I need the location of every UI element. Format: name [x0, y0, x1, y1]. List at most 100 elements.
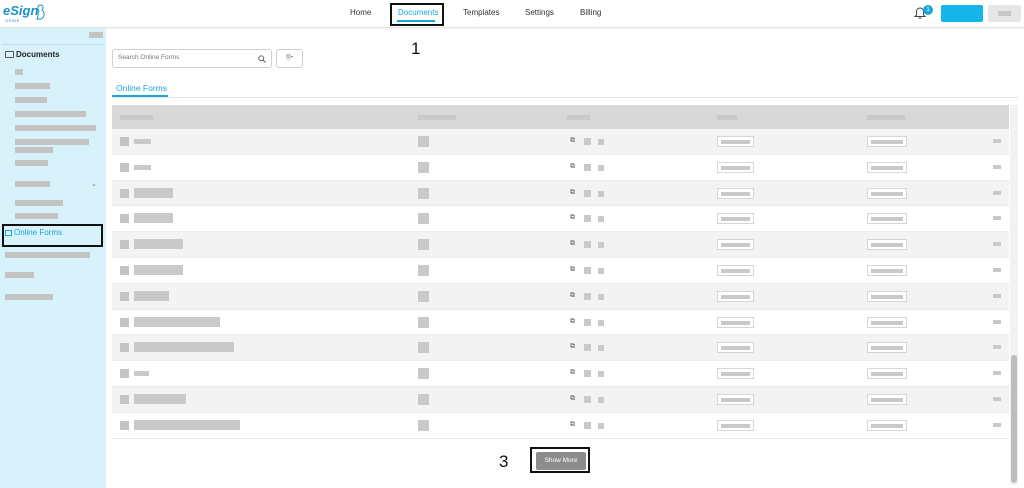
table-scrollbar[interactable] — [1010, 105, 1018, 485]
sidebar-collapse-button[interactable] — [89, 32, 103, 38]
copy-link-icon[interactable]: ⧉ — [570, 318, 575, 326]
row-menu-button[interactable] — [993, 267, 1001, 272]
row-checkbox[interactable] — [120, 214, 129, 224]
scrollbar-thumb[interactable] — [1011, 355, 1017, 483]
sidebar-item[interactable] — [15, 111, 86, 117]
row-menu-button[interactable] — [993, 139, 1001, 143]
action-icon[interactable] — [584, 370, 591, 378]
table-row[interactable]: ⧉ — [112, 386, 1009, 413]
row-menu-button[interactable] — [993, 345, 1001, 350]
column-header[interactable] — [120, 115, 153, 120]
row-menu-button[interactable] — [993, 371, 1001, 376]
table-row[interactable]: ⧉ — [112, 232, 1009, 258]
action-icon[interactable] — [584, 395, 591, 403]
action-icon[interactable] — [598, 164, 604, 171]
column-header[interactable] — [418, 115, 456, 120]
copy-link-icon[interactable]: ⧉ — [570, 240, 575, 248]
action-icon[interactable] — [598, 242, 604, 249]
table-row[interactable]: ⧉ — [112, 309, 1009, 336]
action-icon[interactable] — [584, 421, 591, 429]
action-icon[interactable] — [584, 215, 591, 223]
column-header[interactable] — [867, 115, 905, 120]
action-icon[interactable] — [598, 345, 604, 352]
action-icon[interactable] — [584, 189, 591, 197]
sidebar-item[interactable] — [15, 125, 96, 131]
row-menu-button[interactable] — [993, 293, 1001, 298]
action-icon[interactable] — [598, 422, 604, 429]
row-checkbox[interactable] — [120, 162, 129, 172]
sidebar-item[interactable] — [15, 69, 23, 75]
action-icon[interactable] — [598, 190, 604, 197]
sidebar-item[interactable] — [15, 160, 48, 166]
action-icon[interactable] — [598, 319, 604, 326]
row-menu-button[interactable] — [993, 190, 1001, 195]
action-icon[interactable] — [598, 371, 604, 378]
sidebar-item[interactable] — [15, 147, 53, 153]
copy-link-icon[interactable]: ⧉ — [570, 292, 575, 300]
copy-link-icon[interactable]: ⧉ — [570, 163, 575, 171]
copy-link-icon[interactable]: ⧉ — [570, 214, 575, 222]
action-icon[interactable] — [584, 344, 591, 352]
action-icon[interactable] — [584, 266, 591, 274]
copy-link-icon[interactable]: ⧉ — [570, 343, 575, 351]
copy-link-icon[interactable]: ⧉ — [570, 421, 575, 429]
table-row[interactable]: ⧉ — [112, 180, 1009, 207]
table-row[interactable]: ⧉ — [112, 283, 1009, 310]
sidebar-item[interactable] — [15, 139, 89, 145]
chevron-down-icon[interactable]: ⌄ — [91, 180, 97, 188]
table-row[interactable]: ⧉ — [112, 361, 1009, 387]
table-row[interactable]: ⧉ — [112, 206, 1009, 233]
sidebar-item[interactable] — [15, 97, 47, 103]
nav-settings[interactable]: Settings — [525, 8, 554, 17]
copy-link-icon[interactable]: ⧉ — [570, 395, 575, 403]
nav-billing[interactable]: Billing — [580, 8, 601, 17]
sidebar-item[interactable] — [15, 200, 63, 206]
nav-templates[interactable]: Templates — [463, 8, 499, 17]
search-field[interactable] — [112, 49, 272, 68]
action-icon[interactable] — [584, 241, 591, 249]
row-checkbox[interactable] — [120, 420, 129, 430]
action-icon[interactable] — [584, 138, 591, 145]
row-menu-button[interactable] — [993, 216, 1001, 221]
action-icon[interactable] — [584, 292, 591, 300]
action-icon[interactable] — [598, 293, 604, 300]
row-menu-button[interactable] — [993, 422, 1001, 427]
user-menu-button[interactable] — [988, 5, 1021, 22]
row-checkbox[interactable] — [120, 137, 129, 146]
row-checkbox[interactable] — [120, 369, 129, 379]
row-checkbox[interactable] — [120, 343, 129, 353]
row-checkbox[interactable] — [120, 240, 129, 250]
row-menu-button[interactable] — [993, 396, 1001, 401]
row-checkbox[interactable] — [120, 394, 129, 404]
filter-dropdown-button[interactable]: 🗎▾ — [276, 49, 303, 68]
action-icon[interactable] — [598, 139, 604, 145]
table-row[interactable]: ⧉ — [112, 257, 1009, 284]
row-checkbox[interactable] — [120, 265, 129, 275]
sidebar-item[interactable] — [15, 83, 50, 89]
sidebar-item[interactable] — [5, 294, 53, 300]
copy-link-icon[interactable]: ⧉ — [570, 266, 575, 274]
copy-link-icon[interactable]: ⧉ — [570, 189, 575, 197]
nav-home[interactable]: Home — [350, 8, 371, 17]
sidebar-item[interactable] — [5, 252, 90, 258]
copy-link-icon[interactable]: ⧉ — [570, 137, 575, 145]
search-icon[interactable] — [258, 55, 266, 63]
sidebar-documents-header[interactable]: Documents — [5, 50, 60, 59]
action-icon[interactable] — [584, 318, 591, 326]
search-input[interactable] — [118, 54, 258, 61]
row-checkbox[interactable] — [120, 317, 129, 327]
table-row[interactable]: ⧉ — [112, 154, 1009, 181]
table-row[interactable]: ⧉ — [112, 129, 1009, 155]
app-logo[interactable]: eSign GENIE — [3, 3, 47, 25]
tab-online-forms[interactable]: Online Forms — [116, 83, 167, 93]
row-menu-button[interactable] — [993, 242, 1001, 247]
action-icon[interactable] — [598, 216, 604, 223]
row-checkbox[interactable] — [120, 291, 129, 301]
copy-link-icon[interactable]: ⧉ — [570, 369, 575, 377]
action-icon[interactable] — [598, 267, 604, 274]
action-icon[interactable] — [598, 396, 604, 403]
column-header[interactable] — [567, 115, 590, 120]
primary-action-button[interactable] — [941, 5, 983, 22]
sidebar-item[interactable] — [15, 213, 58, 219]
row-menu-button[interactable] — [993, 164, 1001, 169]
